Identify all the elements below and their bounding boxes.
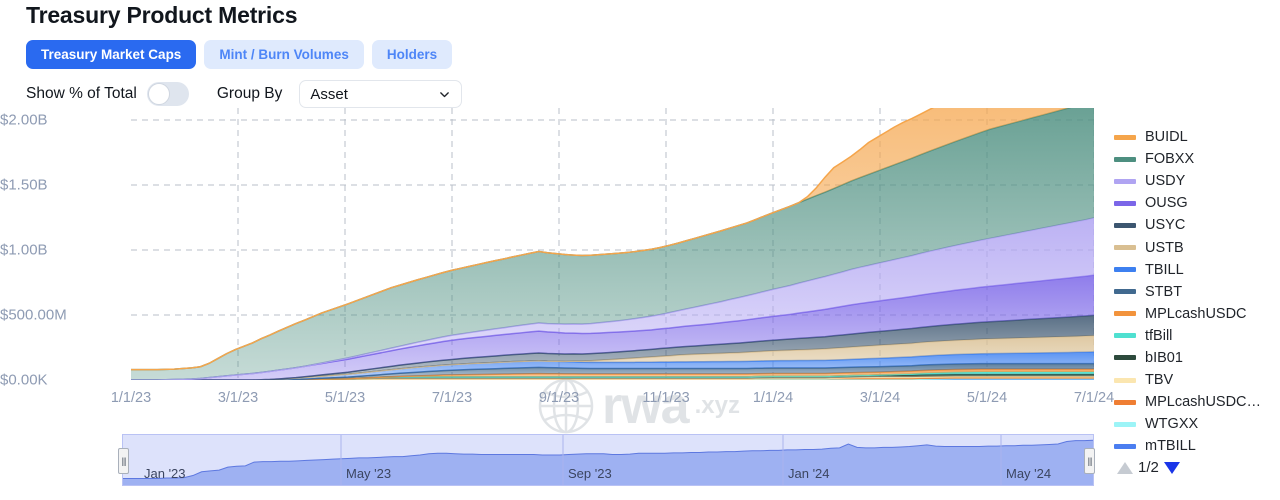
- legend-label: TBILL: [1145, 261, 1184, 278]
- legend-color-swatch: [1114, 421, 1136, 427]
- legend-item[interactable]: USTB: [1114, 236, 1280, 258]
- y-axis-tick: $500.00M: [0, 306, 67, 324]
- minimap-right-handle[interactable]: |||: [1084, 448, 1095, 474]
- legend-item[interactable]: FOBXX: [1114, 148, 1280, 170]
- y-axis-labels: $2.00B $1.50B $1.00B $500.00M $0.00K: [0, 108, 120, 389]
- tab-mint-burn-volumes[interactable]: Mint / Burn Volumes: [204, 40, 364, 69]
- legend-label: MPLcashUSDC: [1145, 305, 1247, 322]
- metric-tabs: Treasury Market Caps Mint / Burn Volumes…: [26, 40, 453, 69]
- chevron-down-icon: [440, 91, 450, 97]
- x-axis-tick: 7/1/24: [1073, 390, 1115, 406]
- legend-item[interactable]: BUIDL: [1114, 126, 1280, 148]
- x-axis-tick: 5/1/24: [966, 390, 1008, 406]
- legend-item[interactable]: mTBILL: [1114, 435, 1280, 457]
- minimap-left-handle[interactable]: |||: [118, 448, 129, 474]
- legend-item[interactable]: USYC: [1114, 214, 1280, 236]
- legend-label: BUIDL: [1145, 129, 1188, 146]
- legend-page-indicator: 1/2: [1138, 459, 1159, 476]
- plot-svg: [131, 35, 1095, 381]
- legend-color-swatch: [1114, 178, 1136, 184]
- legend-label: FOBXX: [1145, 151, 1195, 168]
- legend-label: USTB: [1145, 239, 1184, 256]
- legend-label: bIB01: [1145, 349, 1183, 366]
- drag-handle-icon: |||: [121, 455, 126, 466]
- legend-color-swatch: [1114, 377, 1136, 383]
- legend-pager[interactable]: 1/2: [1117, 459, 1180, 476]
- x-axis-tick: 1/1/23: [110, 390, 152, 406]
- legend-item[interactable]: MPLcashUSDC: [1114, 303, 1280, 325]
- stacked-area-chart: $2.00B $1.50B $1.00B $500.00M $0.00K rwa .xy…: [0, 35, 1114, 435]
- legend-color-swatch: [1114, 200, 1136, 206]
- tab-treasury-market-caps[interactable]: Treasury Market Caps: [26, 40, 197, 69]
- x-axis-tick: 11/1/23: [642, 390, 690, 406]
- show-percent-label: Show % of Total: [26, 85, 137, 102]
- legend-label: MPLcashUSDC…: [1145, 394, 1262, 411]
- group-by-label: Group By: [216, 85, 283, 102]
- x-axis-tick: 3/1/23: [217, 390, 259, 406]
- legend-item[interactable]: STBT: [1114, 281, 1280, 303]
- minimap-tick-label: Sep '23: [568, 466, 612, 481]
- group-by-select[interactable]: Asset: [299, 80, 463, 108]
- legend-label: OUSG: [1145, 195, 1188, 212]
- range-minimap[interactable]: ||| ||| Jan '23 May '23 Sep '23 Jan '24 May …: [118, 434, 1095, 486]
- legend-color-swatch: [1114, 134, 1136, 140]
- drag-handle-icon: |||: [1087, 455, 1092, 466]
- legend-label: tfBill: [1145, 327, 1173, 344]
- y-axis-tick: $2.00B: [0, 111, 48, 129]
- legend-item[interactable]: USDY: [1114, 170, 1280, 192]
- group-by-value: Asset: [310, 85, 348, 103]
- legend-item[interactable]: tfBill: [1114, 325, 1280, 347]
- legend-color-swatch: [1114, 267, 1136, 273]
- legend-label: USDY: [1145, 173, 1186, 190]
- y-axis-tick: $1.50B: [0, 176, 48, 194]
- legend-color-swatch: [1114, 443, 1136, 449]
- legend-label: TBV: [1145, 372, 1174, 389]
- minimap-tick-label: Jan '24: [788, 466, 830, 481]
- legend-item[interactable]: OUSG: [1114, 192, 1280, 214]
- legend-color-swatch: [1114, 355, 1136, 361]
- legend-item[interactable]: MPLcashUSDC…: [1114, 391, 1280, 413]
- page-title: Treasury Product Metrics: [26, 2, 298, 28]
- x-axis-labels: 1/1/23 3/1/23 5/1/23 7/1/23 9/1/23 11/1/23 1/1…: [0, 390, 1114, 412]
- legend-label: mTBILL: [1145, 438, 1196, 455]
- legend-color-swatch: [1114, 333, 1136, 339]
- toggle-knob: [147, 83, 170, 105]
- plot-area[interactable]: [131, 35, 1095, 381]
- treasury-metrics-page: Treasury Product Metrics Treasury Market…: [0, 0, 1280, 500]
- legend-label: USYC: [1145, 217, 1186, 234]
- legend-color-swatch: [1114, 222, 1136, 228]
- x-axis-tick: 3/1/24: [859, 390, 901, 406]
- minimap-tick-label: May '24: [1006, 466, 1052, 481]
- chart-controls: Show % of Total Group By Asset: [26, 80, 463, 108]
- minimap-tick-label: Jan '23: [144, 466, 186, 481]
- x-axis-tick: 9/1/23: [538, 390, 580, 406]
- triangle-down-icon[interactable]: [1163, 461, 1180, 474]
- legend-color-swatch: [1114, 245, 1136, 251]
- tab-holders[interactable]: Holders: [371, 40, 453, 69]
- y-axis-tick: $1.00B: [0, 241, 48, 259]
- legend-item[interactable]: bIB01: [1114, 347, 1280, 369]
- x-axis-tick: 5/1/23: [324, 390, 366, 406]
- minimap-tick-label: May '23: [346, 466, 392, 481]
- legend-item[interactable]: WTGXX: [1114, 413, 1280, 435]
- legend-color-swatch: [1114, 311, 1136, 317]
- legend-color-swatch: [1114, 399, 1136, 405]
- legend-color-swatch: [1114, 289, 1136, 295]
- triangle-up-icon[interactable]: [1117, 461, 1133, 474]
- y-axis-tick: $0.00K: [0, 371, 48, 389]
- legend-label: WTGXX: [1145, 416, 1199, 433]
- legend-item[interactable]: TBILL: [1114, 259, 1280, 281]
- legend-label: STBT: [1145, 283, 1183, 300]
- show-percent-toggle[interactable]: [146, 82, 189, 106]
- legend-color-swatch: [1114, 156, 1136, 162]
- x-axis-tick: 7/1/23: [431, 390, 473, 406]
- chart-legend: BUIDL FOBXX USDY OUSG USYC USTB TBILL STBT MPLca…: [1114, 126, 1280, 457]
- x-axis-tick: 1/1/24: [752, 390, 794, 406]
- legend-item[interactable]: TBV: [1114, 369, 1280, 391]
